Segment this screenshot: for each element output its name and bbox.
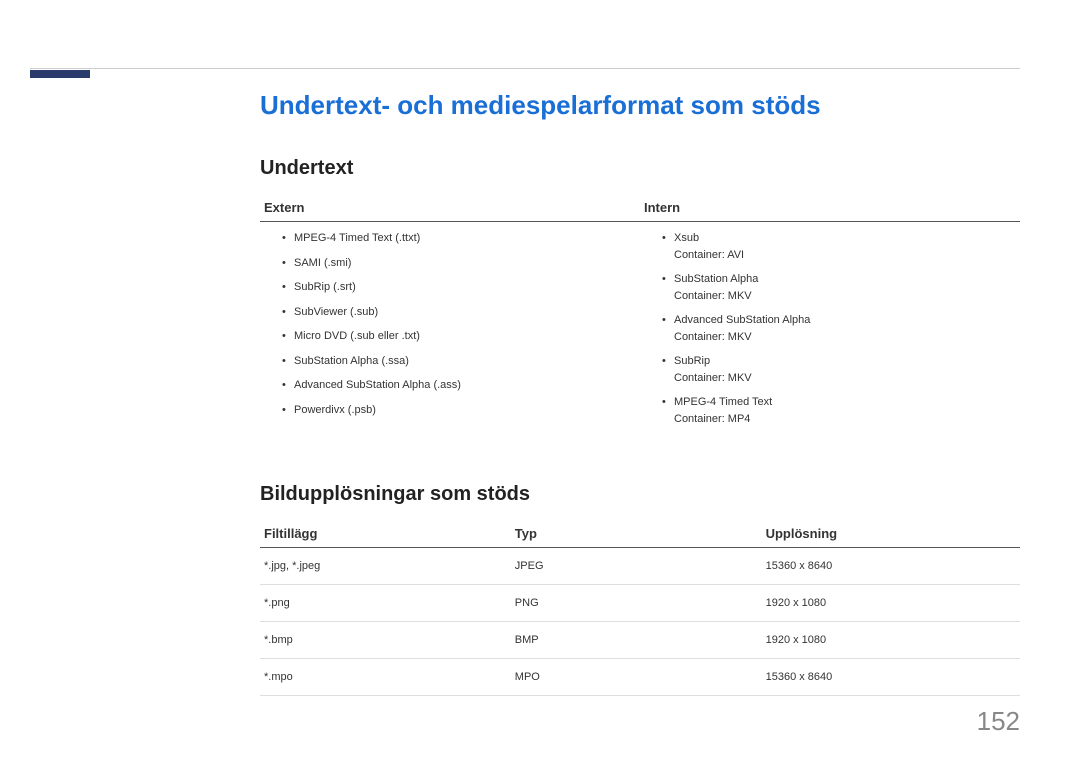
table-row: *.jpg, *.jpeg JPEG 15360 x 8640 [260, 548, 1020, 585]
col-header-res: Upplösning [762, 520, 1020, 548]
intern-item-sub: Container: AVI [674, 247, 1016, 264]
cell-ext: *.bmp [260, 622, 511, 659]
cell-type: JPEG [511, 548, 762, 585]
intern-item-sub: Container: MKV [674, 288, 1016, 305]
intern-item-main: MPEG-4 Timed Text [674, 394, 1016, 411]
list-item: Powerdivx (.psb) [282, 402, 636, 419]
cell-type: PNG [511, 585, 762, 622]
cell-ext: *.jpg, *.jpeg [260, 548, 511, 585]
cell-type: MPO [511, 659, 762, 696]
list-item: SubRip Container: MKV [662, 353, 1016, 386]
cell-ext: *.mpo [260, 659, 511, 696]
section-resolution-title: Bildupplösningar som stöds [260, 483, 1020, 506]
page-number: 152 [977, 706, 1020, 737]
list-item: MPEG-4 Timed Text Container: MP4 [662, 394, 1016, 427]
intern-item-main: Xsub [674, 230, 1016, 247]
content-area: Undertext- och mediespelarformat som stö… [260, 90, 1020, 696]
cell-type: BMP [511, 622, 762, 659]
list-item: Advanced SubStation Alpha (.ass) [282, 377, 636, 394]
intern-item-sub: Container: MKV [674, 329, 1016, 346]
subtitle-format-table: Extern Intern MPEG-4 Timed Text (.ttxt) … [260, 194, 1020, 443]
table-row: *.mpo MPO 15360 x 8640 [260, 659, 1020, 696]
table-row: *.png PNG 1920 x 1080 [260, 585, 1020, 622]
intern-cell: Xsub Container: AVI SubStation Alpha Con… [640, 222, 1020, 444]
extern-cell: MPEG-4 Timed Text (.ttxt) SAMI (.smi) Su… [260, 222, 640, 444]
intern-item-main: SubRip [674, 353, 1016, 370]
cell-ext: *.png [260, 585, 511, 622]
intern-item-sub: Container: MP4 [674, 411, 1016, 428]
cell-res: 15360 x 8640 [762, 659, 1020, 696]
cell-res: 15360 x 8640 [762, 548, 1020, 585]
intern-item-main: Advanced SubStation Alpha [674, 312, 1016, 329]
list-item: SAMI (.smi) [282, 255, 636, 272]
page-container: Undertext- och mediespelarformat som stö… [0, 0, 1080, 763]
cell-res: 1920 x 1080 [762, 585, 1020, 622]
col-header-extern: Extern [260, 194, 640, 222]
col-header-type: Typ [511, 520, 762, 548]
list-item: SubStation Alpha Container: MKV [662, 271, 1016, 304]
side-accent-bar [30, 70, 90, 78]
section-undertext-title: Undertext [260, 157, 1020, 180]
extern-list: MPEG-4 Timed Text (.ttxt) SAMI (.smi) Su… [264, 230, 636, 418]
intern-item-sub: Container: MKV [674, 370, 1016, 387]
top-divider [30, 68, 1020, 69]
intern-item-main: SubStation Alpha [674, 271, 1016, 288]
list-item: MPEG-4 Timed Text (.ttxt) [282, 230, 636, 247]
list-item: Xsub Container: AVI [662, 230, 1016, 263]
list-item: Advanced SubStation Alpha Container: MKV [662, 312, 1016, 345]
list-item: SubRip (.srt) [282, 279, 636, 296]
col-header-intern: Intern [640, 194, 1020, 222]
list-item: Micro DVD (.sub eller .txt) [282, 328, 636, 345]
table-row: *.bmp BMP 1920 x 1080 [260, 622, 1020, 659]
cell-res: 1920 x 1080 [762, 622, 1020, 659]
col-header-ext: Filtillägg [260, 520, 511, 548]
list-item: SubStation Alpha (.ssa) [282, 353, 636, 370]
main-title: Undertext- och mediespelarformat som stö… [260, 90, 1020, 121]
intern-list: Xsub Container: AVI SubStation Alpha Con… [644, 230, 1016, 427]
list-item: SubViewer (.sub) [282, 304, 636, 321]
resolution-table: Filtillägg Typ Upplösning *.jpg, *.jpeg … [260, 520, 1020, 696]
